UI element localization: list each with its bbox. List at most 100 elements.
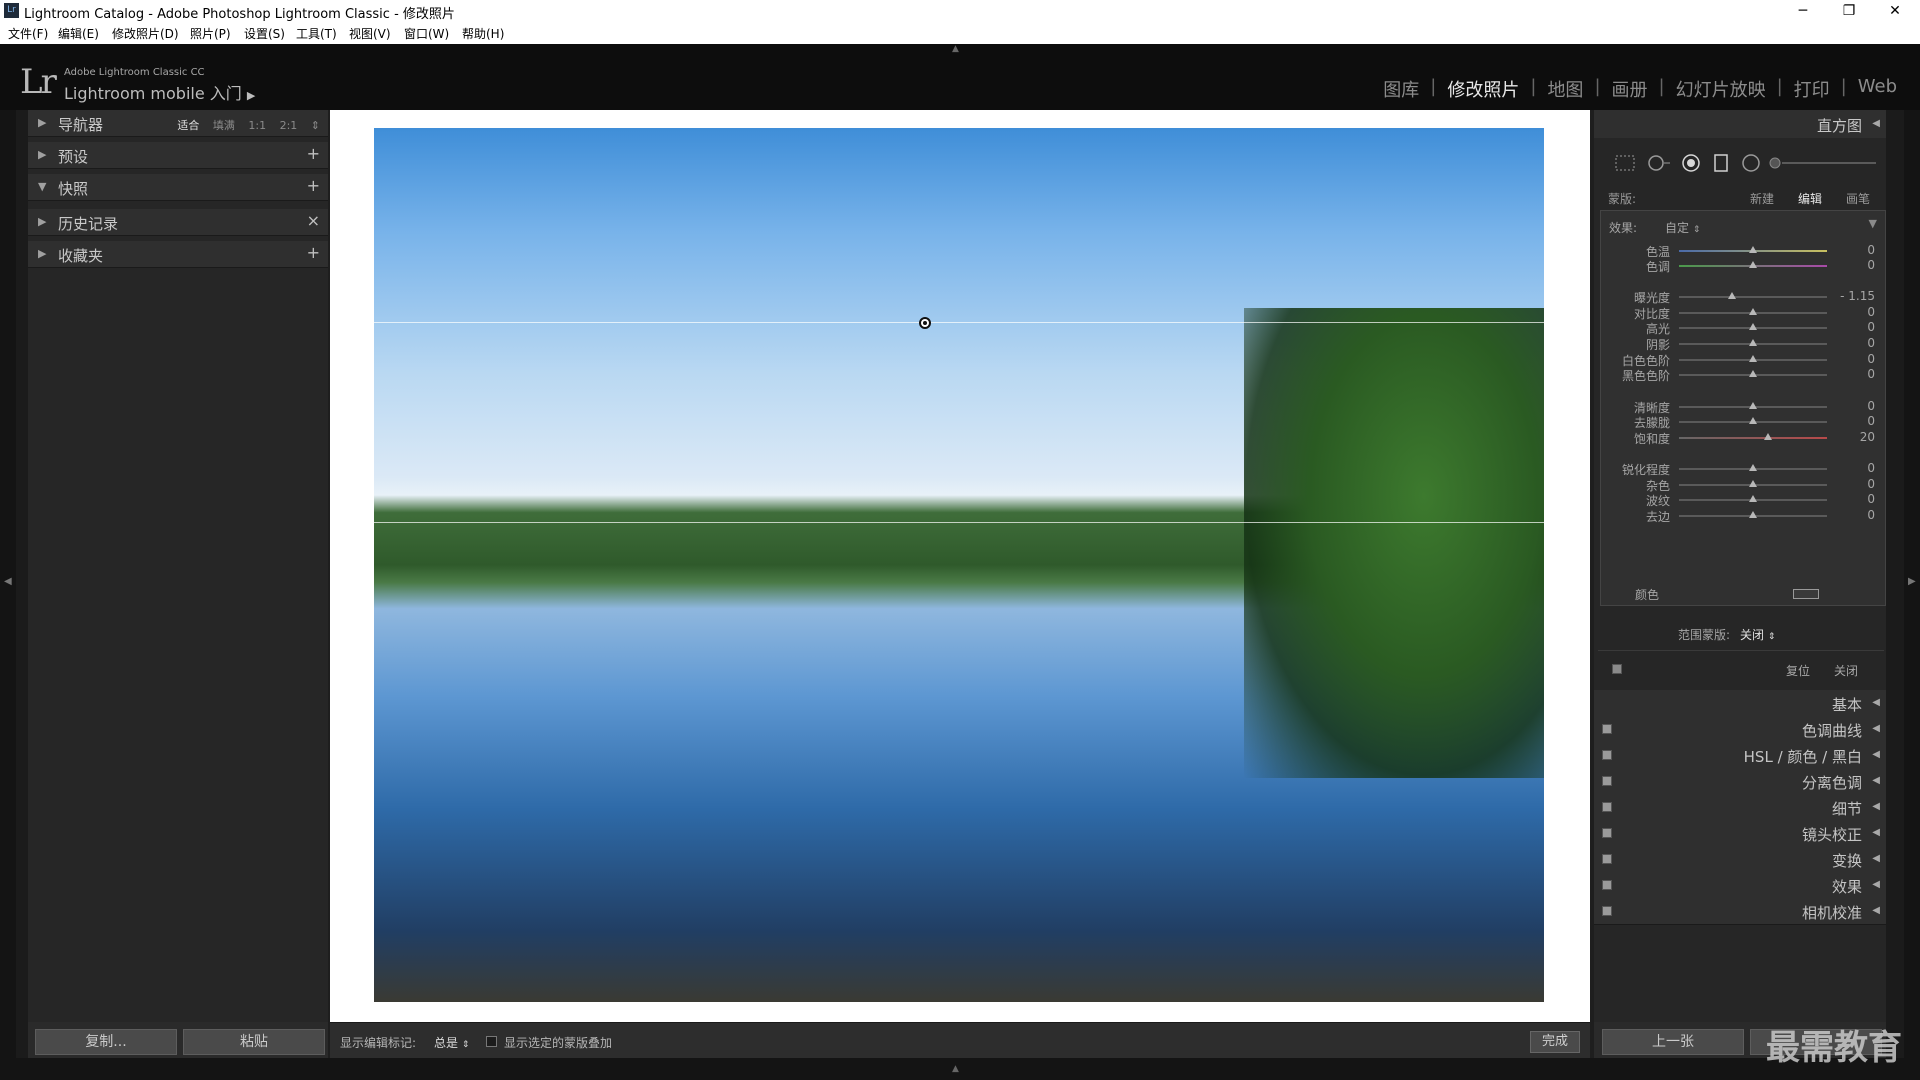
slider-noise[interactable]: 杂色 0	[1601, 477, 1885, 493]
slider-value[interactable]: 20	[1860, 430, 1875, 444]
menu-view[interactable]: 视图(V)	[349, 25, 391, 42]
module-print[interactable]: 打印	[1783, 76, 1841, 102]
slider-blacks[interactable]: 黑色色阶 0	[1601, 367, 1885, 383]
history-header[interactable]: ▶ 历史记录 ×	[28, 209, 328, 236]
menu-tools[interactable]: 工具(T)	[296, 25, 337, 42]
close-tool-button[interactable]: 关闭	[1834, 662, 1858, 679]
menu-help[interactable]: 帮助(H)	[462, 25, 504, 42]
slider-value[interactable]: 0	[1867, 305, 1875, 319]
graduated-filter-icon[interactable]	[1712, 154, 1730, 172]
lightroom-mobile-link[interactable]: Lightroom mobile 入门 ▶	[64, 80, 255, 104]
previous-button[interactable]: 上一张	[1602, 1029, 1744, 1055]
show-overlay-checkbox[interactable]	[486, 1036, 497, 1047]
slider-value[interactable]: - 1.15	[1840, 289, 1875, 303]
panel-tone-curve-header[interactable]: 色调曲线 ◀	[1594, 716, 1886, 743]
menu-window[interactable]: 窗口(W)	[404, 25, 449, 42]
color-swatch[interactable]	[1793, 589, 1819, 599]
panel-toggle-switch[interactable]	[1602, 724, 1612, 734]
photo-canvas[interactable]	[330, 110, 1590, 1022]
slider-value[interactable]: 0	[1867, 461, 1875, 475]
collapse-top-icon[interactable]: ▲	[952, 44, 959, 54]
spot-removal-icon[interactable]	[1646, 154, 1672, 172]
slider-knob[interactable]	[1749, 308, 1757, 315]
zoom-1-1[interactable]: 1:1	[248, 119, 266, 132]
mask-brush-button[interactable]: 画笔	[1846, 190, 1870, 207]
menu-edit[interactable]: 编辑(E)	[58, 25, 99, 42]
navigator-header[interactable]: ▶ 导航器 适合 填满 1:1 2:1 ⇕	[28, 110, 328, 137]
slider-value[interactable]: 0	[1867, 320, 1875, 334]
slider-value[interactable]: 0	[1867, 414, 1875, 428]
photo-lake-landscape[interactable]	[374, 128, 1544, 1002]
radial-filter-icon[interactable]	[1740, 154, 1762, 172]
slider-highlights[interactable]: 高光 0	[1601, 320, 1885, 336]
slider-knob[interactable]	[1749, 464, 1757, 471]
panel-basic-header[interactable]: 基本 ◀	[1594, 690, 1886, 717]
zoom-fit[interactable]: 适合	[177, 119, 199, 132]
minimize-button[interactable]: ─	[1780, 0, 1826, 22]
panel-split-toning-header[interactable]: 分离色调 ◀	[1594, 768, 1886, 795]
slider-knob[interactable]	[1749, 261, 1757, 268]
zoom-fill[interactable]: 填满	[213, 119, 235, 132]
slider-dehaze[interactable]: 去朦胧 0	[1601, 414, 1885, 430]
crop-overlay-icon[interactable]	[1614, 154, 1636, 172]
range-mask-select[interactable]: 关闭 ⇕	[1740, 626, 1775, 643]
add-snapshot-icon[interactable]: +	[307, 176, 320, 195]
panel-toggle-switch[interactable]	[1602, 750, 1612, 760]
close-window-button[interactable]: ✕	[1872, 0, 1918, 22]
module-map[interactable]: 地图	[1536, 76, 1594, 102]
slider-clarity[interactable]: 清晰度 0	[1601, 399, 1885, 415]
slider-value[interactable]: 0	[1867, 477, 1875, 491]
zoom-2-1[interactable]: 2:1	[280, 119, 298, 132]
slider-value[interactable]: 0	[1867, 399, 1875, 413]
effect-select[interactable]: 自定 ⇕	[1665, 219, 1700, 236]
slider-knob[interactable]	[1749, 355, 1757, 362]
module-develop[interactable]: 修改照片	[1436, 76, 1530, 102]
slider-value[interactable]: 0	[1867, 508, 1875, 522]
panel-toggle-switch[interactable]	[1602, 828, 1612, 838]
show-edit-pins-select[interactable]: 总是 ⇕	[434, 1034, 469, 1051]
right-edge-strip[interactable]: ▶	[1904, 110, 1920, 1058]
effect-dropdown-icon[interactable]: ▼	[1869, 217, 1877, 230]
zoom-stepper-icon[interactable]: ⇕	[311, 119, 320, 132]
panel-toggle-switch[interactable]	[1602, 854, 1612, 864]
add-preset-icon[interactable]: +	[307, 144, 320, 163]
slider-track[interactable]	[1679, 437, 1827, 439]
panel-toggle-switch[interactable]	[1612, 664, 1622, 674]
slider-value[interactable]: 0	[1867, 352, 1875, 366]
slider-knob[interactable]	[1749, 339, 1757, 346]
slider-defringe[interactable]: 去边 0	[1601, 508, 1885, 524]
paste-settings-button[interactable]: 粘贴	[183, 1029, 325, 1055]
slider-track[interactable]	[1679, 296, 1827, 298]
menu-photo[interactable]: 照片(P)	[190, 25, 231, 42]
module-book[interactable]: 画册	[1601, 76, 1659, 102]
slider-knob[interactable]	[1749, 480, 1757, 487]
slider-whites[interactable]: 白色色阶 0	[1601, 352, 1885, 368]
panel-camera-calibration-header[interactable]: 相机校准 ◀	[1594, 898, 1886, 925]
slider-knob[interactable]	[1728, 292, 1737, 299]
mask-new-button[interactable]: 新建	[1750, 190, 1774, 207]
slider-value[interactable]: 0	[1867, 367, 1875, 381]
panel-effects-header[interactable]: 效果 ◀	[1594, 872, 1886, 899]
slider-sharpness[interactable]: 锐化程度 0	[1601, 461, 1885, 477]
module-library[interactable]: 图库	[1372, 76, 1430, 102]
histogram-header[interactable]: 直方图 ◀	[1594, 110, 1886, 138]
add-collection-icon[interactable]: +	[307, 243, 320, 262]
slider-contrast[interactable]: 对比度 0	[1601, 305, 1885, 321]
slider-moire[interactable]: 波纹 0	[1601, 492, 1885, 508]
clear-history-icon[interactable]: ×	[307, 211, 320, 230]
presets-header[interactable]: ▶ 预设 +	[28, 142, 328, 169]
slider-saturation[interactable]: 饱和度 20	[1601, 430, 1885, 446]
menu-settings[interactable]: 设置(S)	[244, 25, 285, 42]
panel-toggle-switch[interactable]	[1602, 880, 1612, 890]
slider-temp[interactable]: 色温 0	[1601, 243, 1885, 259]
red-eye-icon[interactable]	[1680, 154, 1702, 172]
panel-toggle-switch[interactable]	[1602, 906, 1612, 916]
copy-settings-button[interactable]: 复制...	[35, 1029, 177, 1055]
slider-knob[interactable]	[1749, 417, 1757, 424]
left-edge-strip[interactable]: ◀	[0, 110, 16, 1058]
done-button[interactable]: 完成	[1530, 1031, 1580, 1053]
slider-knob[interactable]	[1749, 246, 1757, 253]
panel-toggle-switch[interactable]	[1602, 802, 1612, 812]
collections-header[interactable]: ▶ 收藏夹 +	[28, 241, 328, 268]
graduated-filter-line[interactable]	[374, 322, 1544, 323]
